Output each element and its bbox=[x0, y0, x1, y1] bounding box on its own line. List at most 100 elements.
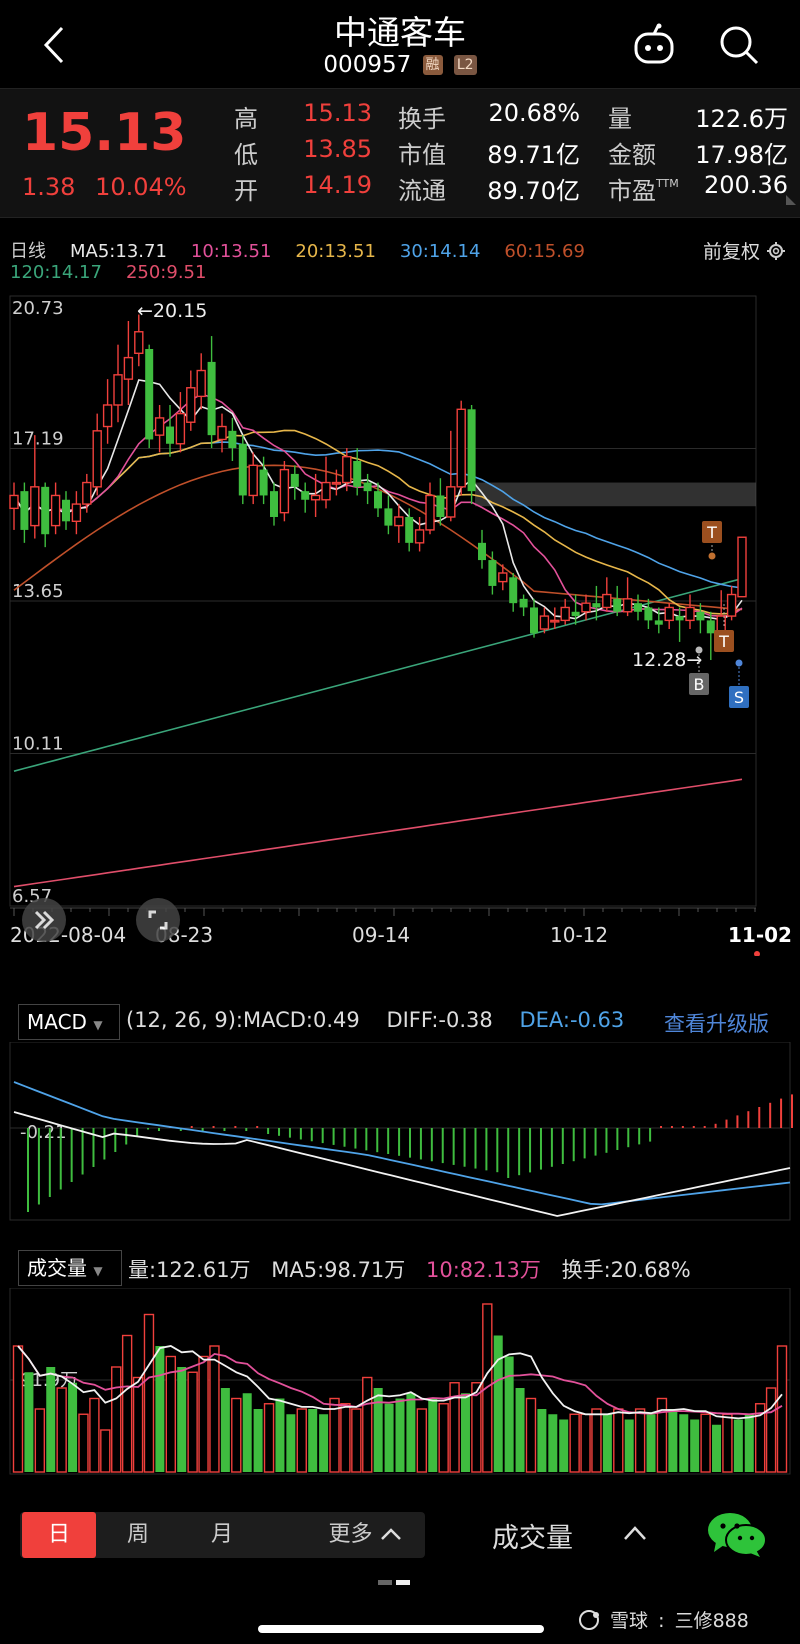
market-cap-value: 89.71亿 bbox=[487, 141, 580, 169]
fullscreen-icon bbox=[148, 910, 168, 930]
low-value: 13.85 bbox=[303, 135, 372, 163]
volume-bar bbox=[319, 1414, 329, 1472]
robot-button[interactable] bbox=[630, 22, 678, 68]
period-day-tab[interactable]: 日 bbox=[22, 1512, 96, 1558]
period-more-button[interactable]: 更多 bbox=[310, 1512, 420, 1558]
volume-bar bbox=[406, 1393, 416, 1472]
candle-body bbox=[488, 560, 497, 586]
candle-body bbox=[436, 495, 445, 517]
open-label: 开 bbox=[234, 177, 258, 205]
float-cap-label: 流通 bbox=[398, 177, 446, 205]
macd-bar bbox=[583, 1128, 586, 1159]
candle-body bbox=[726, 593, 737, 617]
kline-chart[interactable]: 20.7317.1913.6510.116.57←20.1512.28→TTBS… bbox=[0, 288, 800, 956]
adjust-button[interactable]: 前复权 bbox=[703, 237, 786, 264]
home-indicator[interactable] bbox=[258, 1625, 544, 1633]
candle-body bbox=[560, 606, 570, 622]
stock-code: 000957 bbox=[323, 52, 412, 78]
wechat-share-button[interactable] bbox=[706, 1510, 768, 1562]
volume-bar bbox=[504, 1356, 514, 1472]
change-percent: 10.04% bbox=[95, 173, 187, 201]
volume-bar bbox=[548, 1414, 558, 1472]
ma250-line bbox=[13, 778, 743, 888]
low-label: 低 bbox=[234, 141, 258, 169]
fullscreen-button[interactable] bbox=[136, 898, 180, 942]
high-label: 高 bbox=[234, 105, 258, 133]
ma-legend: 日线 MA5:13.71 10:13.51 20:13.51 30:14.14 60:15… bbox=[10, 237, 790, 287]
volume-bar bbox=[776, 1345, 788, 1473]
macd-bar bbox=[561, 1128, 564, 1164]
volume-bar bbox=[646, 1414, 656, 1472]
candle-body bbox=[634, 603, 642, 612]
volume-bar bbox=[634, 1408, 646, 1473]
candle-body bbox=[259, 469, 268, 496]
macd-bar bbox=[550, 1128, 553, 1167]
search-icon bbox=[720, 26, 759, 65]
volume-bar bbox=[624, 1419, 634, 1472]
period-month-tab[interactable]: 月 bbox=[192, 1512, 252, 1558]
macd-bar bbox=[223, 1128, 226, 1131]
high-value: 15.13 bbox=[303, 99, 372, 127]
candle-body bbox=[581, 602, 591, 613]
volume-selector[interactable]: 成交量 ▼ bbox=[18, 1250, 122, 1286]
volume-bar bbox=[765, 1387, 777, 1473]
macd-bar bbox=[780, 1098, 783, 1128]
macd-selector-label: MACD bbox=[27, 1010, 87, 1034]
macd-bar bbox=[125, 1128, 128, 1145]
volume-bar bbox=[613, 1408, 624, 1473]
volume-bar bbox=[68, 1382, 78, 1472]
pe-value: 200.36 bbox=[704, 171, 788, 199]
indicator-toggle[interactable] bbox=[622, 1524, 648, 1546]
period-week-tab[interactable]: 周 bbox=[108, 1512, 168, 1558]
y-axis-label: 10.11 bbox=[12, 734, 64, 755]
upgrade-link[interactable]: 查看升级版 bbox=[664, 1008, 769, 1038]
volume-bar bbox=[132, 1376, 144, 1473]
candle-body bbox=[571, 611, 580, 617]
volume-bar bbox=[712, 1424, 722, 1472]
scroll-left-button[interactable] bbox=[22, 898, 66, 942]
candle-body bbox=[331, 481, 342, 485]
watermark-user: 三修888 bbox=[674, 1610, 749, 1632]
candle-body bbox=[50, 494, 61, 527]
change-amount: 1.38 bbox=[22, 173, 76, 201]
ma-legend-item-4: 30:14.14 bbox=[399, 241, 481, 262]
candle-body bbox=[342, 455, 352, 484]
macd-selector[interactable]: MACD ▼ bbox=[18, 1004, 120, 1040]
candle-body bbox=[509, 577, 518, 604]
macd-bar bbox=[387, 1128, 390, 1154]
volume-bar bbox=[373, 1388, 383, 1472]
volume-bar bbox=[143, 1313, 155, 1473]
double-chevron-icon bbox=[34, 910, 55, 930]
resistance-zone bbox=[475, 482, 756, 507]
expand-corner-icon[interactable] bbox=[786, 195, 796, 205]
candle-body bbox=[644, 607, 653, 621]
volume-label: 量 bbox=[608, 105, 632, 133]
indicator-button[interactable]: 成交量 bbox=[492, 1516, 573, 1555]
volume-turnover: 换手:20.68% bbox=[561, 1258, 691, 1282]
y-axis-label: 13.65 bbox=[12, 581, 64, 602]
search-button[interactable] bbox=[716, 22, 762, 68]
candle-body bbox=[175, 412, 186, 445]
candle-body bbox=[498, 572, 508, 583]
volume-bar bbox=[198, 1355, 209, 1473]
volume-bar bbox=[395, 1398, 405, 1472]
pe-ttm-sup: TTM bbox=[656, 177, 679, 190]
candle-body bbox=[706, 620, 715, 634]
volume-bar bbox=[384, 1403, 394, 1472]
macd-bar bbox=[474, 1128, 477, 1169]
macd-bar bbox=[441, 1128, 444, 1164]
macd-bar bbox=[616, 1128, 619, 1150]
macd-bar bbox=[27, 1128, 29, 1212]
candle-body bbox=[737, 536, 747, 598]
watermark: 雪球 : 三修888 bbox=[578, 1606, 749, 1633]
quote-panel: 15.13 1.38 10.04% 高 15.13 换手 20.68% 量 12… bbox=[0, 88, 800, 218]
volume-bar bbox=[275, 1398, 285, 1472]
volume-bar bbox=[559, 1419, 569, 1472]
macd-bar bbox=[37, 1128, 40, 1205]
macd-bar bbox=[81, 1128, 84, 1175]
candle-body bbox=[113, 374, 123, 406]
candle-body bbox=[186, 387, 196, 423]
macd-bar bbox=[147, 1128, 150, 1130]
macd-bar bbox=[288, 1128, 291, 1138]
candle-body bbox=[20, 491, 29, 530]
